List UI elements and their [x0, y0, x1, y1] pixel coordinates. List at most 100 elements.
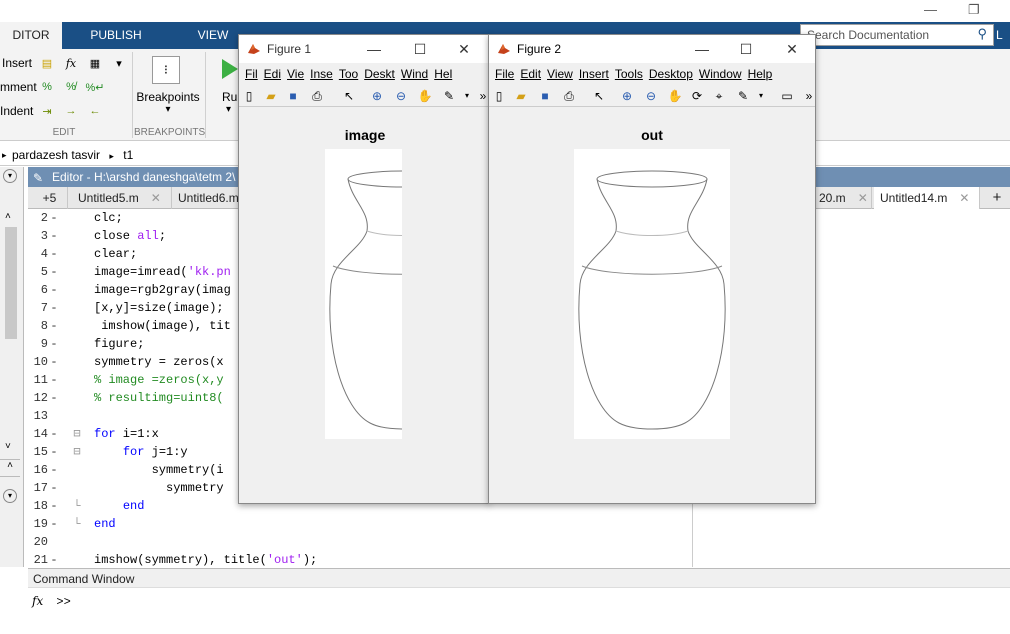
print-icon[interactable]: ⎙ [561, 88, 577, 104]
scroll-down-icon[interactable]: ˅ [5, 441, 11, 452]
breakpoint-gutter[interactable]: - [48, 299, 60, 317]
panel-menu-icon[interactable]: ▾ [3, 489, 17, 503]
uncomment-icon[interactable]: %̸ [62, 79, 80, 95]
menu-help[interactable]: Hel [434, 67, 452, 81]
breakpoint-gutter[interactable]: - [48, 353, 60, 371]
breadcrumb-item[interactable]: pardazesh tasvir [12, 148, 100, 162]
code-line[interactable]: 8- imshow(image), tit [28, 317, 231, 335]
minimize-button[interactable]: — [359, 35, 389, 63]
breakpoint-gutter[interactable]: - [48, 479, 60, 497]
menu-window[interactable]: Wind [401, 67, 428, 81]
user-initial[interactable]: L [996, 24, 1010, 46]
tab-editor[interactable]: DITOR [0, 22, 62, 49]
zoom-in-icon[interactable]: ⊕ [619, 88, 635, 104]
code-line[interactable]: 15- ⊟ for j=1:y [28, 443, 188, 461]
save-icon[interactable]: ■ [537, 88, 553, 104]
data-cursor-icon[interactable]: ⌖ [711, 88, 727, 104]
save-icon[interactable]: ■ [285, 88, 301, 104]
fx-icon[interactable]: fx [62, 55, 80, 71]
breakpoint-gutter[interactable]: - [48, 443, 60, 461]
increase-indent-icon[interactable]: → [62, 103, 80, 119]
breakpoint-gutter[interactable]: - [48, 371, 60, 389]
breakpoint-gutter[interactable]: - [48, 497, 60, 515]
breakpoint-gutter[interactable]: - [48, 245, 60, 263]
add-tab-button[interactable]: + [984, 187, 1010, 209]
menu-insert[interactable]: Insert [579, 67, 609, 81]
breadcrumb-item[interactable]: t1 [123, 148, 133, 162]
zoom-in-icon[interactable]: ⊕ [369, 88, 385, 104]
menu-tools[interactable]: Tools [615, 67, 643, 81]
dropdown-arrow-icon[interactable]: ▾ [110, 55, 128, 71]
menu-view[interactable]: View [547, 67, 573, 81]
wrap-comment-icon[interactable]: %↵ [86, 79, 105, 95]
brush-icon[interactable]: ✎ [441, 88, 457, 104]
menu-edit[interactable]: Edi [264, 67, 281, 81]
breakpoint-gutter[interactable]: - [48, 227, 60, 245]
print-icon[interactable]: ⎙ [309, 88, 325, 104]
menu-tools[interactable]: Too [339, 67, 358, 81]
pan-icon[interactable]: ✋ [667, 88, 683, 104]
menu-desktop[interactable]: Desktop [649, 67, 693, 81]
zoom-out-icon[interactable]: ⊖ [643, 88, 659, 104]
menu-file[interactable]: File [495, 67, 514, 81]
code-line[interactable]: 19- └ end [28, 515, 116, 533]
code-line[interactable]: 9- figure; [28, 335, 145, 353]
maximize-button[interactable]: ☐ [731, 35, 761, 63]
menu-edit[interactable]: Edit [520, 67, 541, 81]
figure-1-title-bar[interactable]: Figure 1 — ☐ ✕ [239, 35, 489, 63]
zoom-out-icon[interactable]: ⊖ [393, 88, 409, 104]
code-line[interactable]: 10- symmetry = zeros(x [28, 353, 224, 371]
run-button[interactable]: Run [222, 90, 238, 104]
fx-icon[interactable]: fx [32, 594, 43, 608]
brush-icon[interactable]: ✎ [735, 88, 751, 104]
pointer-icon[interactable]: ↖ [591, 88, 607, 104]
figure-2-window[interactable]: Figure 2 — ☐ ✕ File Edit View Insert Tools De… [488, 34, 816, 504]
menu-desktop[interactable]: Deskt [364, 67, 395, 81]
restore-button[interactable]: ❐ [968, 2, 980, 18]
breakpoint-gutter[interactable]: - [48, 551, 60, 569]
code-line[interactable]: 6- image=rgb2gray(imag [28, 281, 231, 299]
code-line[interactable]: 7- [x,y]=size(image); [28, 299, 224, 317]
dropdown-arrow-icon[interactable]: ▾ [459, 88, 475, 104]
tab-publish[interactable]: PUBLISH [68, 22, 164, 49]
code-line[interactable]: 21- imshow(symmetry), title('out'); [28, 551, 318, 569]
open-folder-icon[interactable]: ▰ [513, 88, 529, 104]
figure-2-title-bar[interactable]: Figure 2 — ☐ ✕ [489, 35, 815, 63]
tab-20[interactable]: 20.m ✕ [812, 187, 872, 209]
code-line[interactable]: 11- % image =zeros(x,y [28, 371, 224, 389]
breakpoint-gutter[interactable]: - [48, 209, 60, 227]
comment-icon[interactable]: % [38, 79, 56, 95]
breakpoint-gutter[interactable]: - [48, 317, 60, 335]
rotate-3d-icon[interactable]: ⟳ [689, 88, 705, 104]
tab-untitled5[interactable]: Untitled5.m ✕ [72, 187, 172, 209]
menu-insert[interactable]: Inse [310, 67, 333, 81]
pan-icon[interactable]: ✋ [417, 88, 433, 104]
pointer-icon[interactable]: ↖ [341, 88, 357, 104]
collapse-icon[interactable]: ˄ [0, 459, 20, 477]
code-line[interactable]: 5- image=imread('kk.pn [28, 263, 231, 281]
breakpoint-gutter[interactable] [48, 533, 60, 551]
comment-row[interactable]: mment % %̸ %↵ [0, 76, 105, 98]
menu-help[interactable]: Help [748, 67, 773, 81]
open-folder-icon[interactable]: ▰ [263, 88, 279, 104]
close-icon[interactable]: ✕ [858, 191, 868, 205]
code-line[interactable]: 12- % resultimg=uint8( [28, 389, 224, 407]
tab-untitled14[interactable]: Untitled14.m ✕ [874, 187, 980, 209]
breakpoint-gutter[interactable]: - [48, 461, 60, 479]
breakpoints-chevron-down-icon[interactable]: ▾ [134, 104, 202, 115]
menu-file[interactable]: Fil [245, 67, 258, 81]
fold-toggle-icon[interactable]: ⊟ [60, 443, 94, 461]
insert-section-icon[interactable]: ▤ [38, 55, 56, 71]
run-chevron-down-icon[interactable]: ▾ [226, 104, 231, 115]
menu-view[interactable]: Vie [287, 67, 304, 81]
breakpoint-gutter[interactable]: - [48, 335, 60, 353]
link-plot-icon[interactable]: ▭ [779, 88, 795, 104]
minimize-button[interactable]: — [687, 35, 717, 63]
breakpoint-gutter[interactable]: - [48, 515, 60, 533]
code-line[interactable]: 16- symmetry(i [28, 461, 224, 479]
breakpoint-gutter[interactable]: - [48, 281, 60, 299]
tab-overflow[interactable]: +5 [32, 187, 68, 209]
breakpoint-gutter[interactable]: - [48, 263, 60, 281]
close-button[interactable]: ✕ [777, 35, 807, 63]
smart-indent-icon[interactable]: ⇥ [38, 103, 56, 119]
